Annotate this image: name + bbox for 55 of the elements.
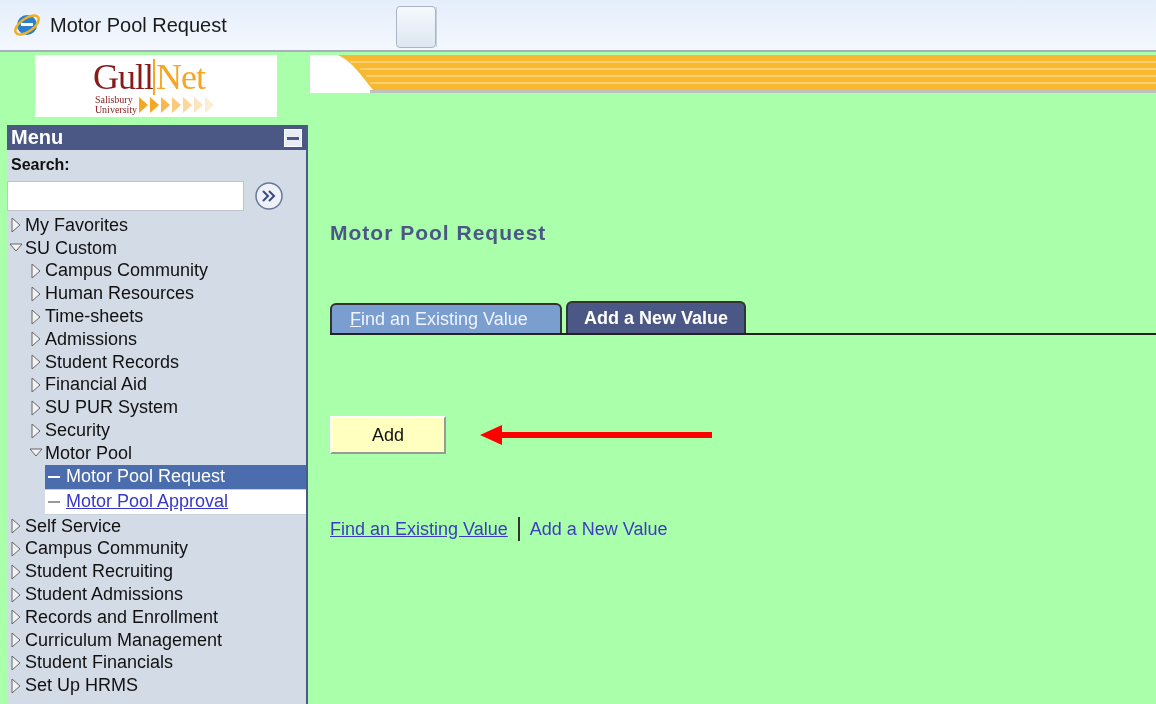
menu-link[interactable]: Motor Pool Approval	[45, 489, 306, 515]
menu-item[interactable]: Self Service	[23, 515, 122, 537]
new-tab-button[interactable]	[396, 6, 436, 48]
tab[interactable]: Add a New Value	[566, 301, 747, 333]
go-icon[interactable]	[254, 181, 284, 211]
collapsed-triangle-icon[interactable]	[29, 263, 43, 279]
arrow-icon	[480, 423, 712, 447]
link[interactable]: Find an Existing Value	[330, 518, 508, 540]
collapsed-triangle-icon[interactable]	[29, 376, 43, 393]
search-label: Search:	[10, 155, 71, 175]
collapsed-triangle-icon[interactable]	[29, 354, 43, 371]
search-field[interactable]	[7, 181, 244, 211]
menu-item[interactable]: SU Custom	[23, 237, 118, 259]
menu-item[interactable]: Student Financials	[23, 652, 174, 674]
logo-text: Gull	[92, 59, 153, 95]
menu-item[interactable]: Curriculum Management	[23, 629, 223, 651]
menu-link[interactable]: Motor Pool Request	[45, 464, 306, 490]
menu-item[interactable]: SU PUR System	[43, 397, 179, 419]
collapsed-triangle-icon[interactable]	[29, 331, 43, 348]
collapse-icon[interactable]	[284, 128, 302, 147]
collapsed-triangle-icon[interactable]	[29, 308, 43, 325]
link[interactable]: Add a New Value	[529, 518, 668, 540]
page-title: Motor Pool Request	[330, 221, 548, 246]
collapsed-triangle-icon[interactable]	[29, 399, 43, 416]
menu-item[interactable]: My Favorites	[23, 214, 129, 236]
collapsed-triangle-icon[interactable]	[29, 422, 43, 439]
menu-item[interactable]: Student Admissions	[23, 584, 184, 606]
logo-text: University	[94, 105, 138, 115]
menu-item[interactable]: Admissions	[43, 328, 138, 350]
menu-item[interactable]: Motor Pool	[43, 442, 133, 464]
collapsed-triangle-icon[interactable]	[9, 540, 23, 557]
menu-item[interactable]: Student Recruiting	[23, 561, 174, 583]
menu-item[interactable]: Campus Community	[43, 260, 209, 282]
menu-title: Menu	[11, 126, 64, 149]
collapsed-triangle-icon[interactable]	[9, 654, 23, 671]
menu-item[interactable]: Financial Aid	[43, 374, 148, 396]
window-title: Motor Pool Request	[50, 13, 227, 37]
menu-item[interactable]: Set Up HRMS	[23, 675, 139, 697]
menu-item[interactable]: Campus Community	[23, 538, 189, 560]
collapsed-triangle-icon[interactable]	[29, 285, 43, 302]
menu-item[interactable]: Security	[43, 420, 111, 442]
menu-item[interactable]: Student Records	[43, 351, 180, 373]
menu-item[interactable]: Records and Enrollment	[23, 606, 219, 628]
menu-item[interactable]: Human Resources	[43, 283, 195, 305]
menu-item[interactable]: Time-sheets	[43, 306, 144, 328]
collapsed-triangle-icon[interactable]	[9, 586, 23, 603]
collapsed-triangle-icon[interactable]	[9, 518, 23, 535]
collapsed-triangle-icon[interactable]	[9, 609, 23, 626]
logo-text: Net	[152, 59, 205, 95]
collapsed-triangle-icon[interactable]	[9, 632, 23, 649]
collapsed-triangle-icon[interactable]	[9, 563, 23, 580]
collapsed-triangle-icon[interactable]	[9, 217, 23, 234]
add-button[interactable]: Add	[330, 416, 446, 454]
logo-text: Salisbury	[94, 95, 133, 105]
collapsed-triangle-icon[interactable]	[9, 677, 23, 694]
